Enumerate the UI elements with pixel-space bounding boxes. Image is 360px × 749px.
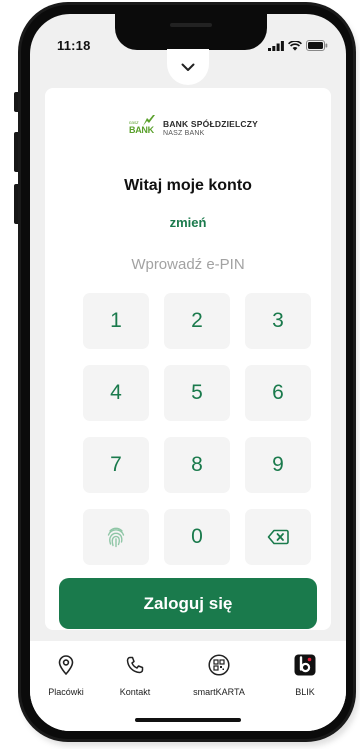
- nav-item-kontakt[interactable]: Kontakt: [97, 653, 173, 697]
- status-icons: [268, 40, 328, 51]
- nav-label-blik: BLIK: [295, 687, 315, 697]
- bank-logo-text: BANK SPÓŁDZIELCZY NASZ BANK: [163, 119, 258, 138]
- bank-name: BANK SPÓŁDZIELCZY: [163, 119, 259, 129]
- logo-bank-word: BANK: [129, 125, 154, 135]
- page-title: Witaj moje konto: [124, 177, 252, 194]
- key-3[interactable]: 3: [245, 293, 311, 349]
- bank-logo: nasz BANK BANK SPÓŁDZIELCZY NASZ BANK: [129, 114, 258, 138]
- bank-subtitle: NASZ BANK: [163, 130, 205, 137]
- login-button[interactable]: Zaloguj się: [59, 578, 317, 629]
- phone-icon: [126, 656, 144, 674]
- wifi-icon: [288, 40, 302, 51]
- login-card: nasz BANK BANK SPÓŁDZIELCZY NASZ BANK Wi…: [45, 88, 331, 630]
- backspace-button[interactable]: [245, 509, 311, 565]
- signal-icon: [268, 40, 284, 51]
- key-0[interactable]: 0: [164, 509, 230, 565]
- chevron-down-icon: [181, 63, 195, 71]
- battery-icon: [306, 40, 328, 51]
- nav-item-blik[interactable]: BLIK: [283, 653, 327, 697]
- epin-prompt: Wprowadź e-PIN: [131, 256, 245, 273]
- status-time: 11:18: [57, 38, 91, 53]
- home-indicator: [135, 718, 241, 722]
- qr-card-icon: [208, 654, 230, 676]
- bank-logo-mark: nasz BANK: [129, 114, 157, 136]
- blik-icon: [294, 654, 316, 676]
- notch: [115, 14, 267, 50]
- nav-item-smartkarta[interactable]: smartKARTA: [181, 653, 257, 697]
- nav-label-placowki: Placówki: [48, 687, 84, 697]
- key-4[interactable]: 4: [83, 365, 149, 421]
- key-6[interactable]: 6: [245, 365, 311, 421]
- key-7[interactable]: 7: [83, 437, 149, 493]
- app-screen: 11:18 nasz BANK BANK SPÓŁDZIELCZY NASZ B…: [30, 14, 346, 731]
- backspace-icon: [267, 529, 289, 545]
- key-1[interactable]: 1: [83, 293, 149, 349]
- collapse-chevron-button[interactable]: [167, 49, 209, 85]
- nav-label-kontakt: Kontakt: [119, 687, 151, 697]
- key-2[interactable]: 2: [164, 293, 230, 349]
- key-9[interactable]: 9: [245, 437, 311, 493]
- key-5[interactable]: 5: [164, 365, 230, 421]
- fingerprint-icon: [107, 527, 125, 548]
- location-pin-icon: [58, 655, 74, 675]
- notch-speaker: [170, 23, 212, 27]
- change-account-link[interactable]: zmień: [45, 215, 331, 230]
- nav-label-smartkarta: smartKARTA: [193, 687, 245, 697]
- nav-item-placowki[interactable]: Placówki: [30, 653, 104, 697]
- fingerprint-button[interactable]: [83, 509, 149, 565]
- key-8[interactable]: 8: [164, 437, 230, 493]
